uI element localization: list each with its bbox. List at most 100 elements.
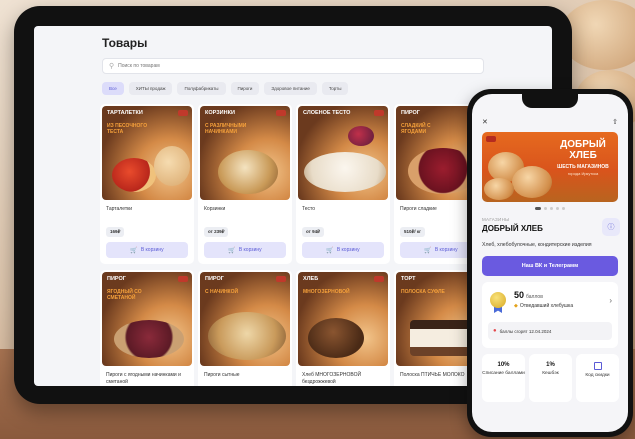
promo-title: Пирог	[107, 276, 126, 282]
promo-subtitle: из песочного теста	[107, 123, 148, 135]
cart-label: В корзину	[238, 247, 262, 253]
chip-all[interactable]: Все	[102, 82, 124, 95]
brand-logo	[374, 276, 384, 282]
level-icon: ◆	[514, 303, 518, 309]
food-picture	[114, 320, 184, 358]
banner-city: города Иркутска	[567, 171, 599, 176]
product-price: 510₽/ кг	[400, 227, 425, 237]
food-picture	[348, 126, 374, 146]
shop-caption: МАГАЗИНЫ	[482, 217, 510, 222]
promo-title: Тарталетки	[107, 110, 143, 116]
carousel-dot[interactable]	[550, 207, 553, 210]
product-image: Слоеное тесто	[298, 106, 388, 200]
carousel-dot[interactable]	[535, 207, 541, 210]
promo-title: Хлеб	[303, 276, 319, 282]
product-image: Тарталетки из песочного теста	[102, 106, 192, 200]
product-name: Пироги сытные	[204, 372, 240, 378]
product-card[interactable]: Тарталетки из песочного теста Тарталетки…	[100, 104, 194, 264]
carousel-dot[interactable]	[544, 207, 547, 210]
chip-hits[interactable]: ХИТЫ продаж	[128, 82, 173, 95]
product-image: Корзинки с различными начинками	[200, 106, 290, 200]
chip-pies[interactable]: Пироги	[230, 82, 260, 95]
cart-icon: 🛒	[424, 247, 432, 254]
add-to-cart-button[interactable]: 🛒 В корзину	[106, 242, 188, 258]
search-icon: ⚲	[109, 63, 115, 70]
product-image: Хлеб многозерновой	[298, 272, 388, 366]
tile-label: Списание баллами	[482, 371, 525, 376]
promo-title: Пирог	[401, 110, 420, 116]
bread-picture	[484, 178, 514, 200]
product-name: Корзинки	[204, 206, 226, 212]
chip-healthy[interactable]: Здоровое питание	[264, 82, 317, 95]
points-value: 50	[514, 290, 525, 300]
add-to-cart-button[interactable]: 🛒 В корзину	[302, 242, 384, 258]
benefit-tiles: 10% Списание баллами 1% Кешбэк Код скидк…	[482, 354, 619, 402]
social-links-button[interactable]: Наш ВК и Телеграмм	[482, 256, 618, 276]
product-image: Пирог ягодный со сметаной	[102, 272, 192, 366]
fire-icon: ●	[493, 328, 497, 334]
shop-name: ДОБРЫЙ ХЛЕБ	[482, 224, 543, 233]
cart-label: В корзину	[434, 247, 458, 253]
info-button[interactable]: ⓘ	[602, 218, 620, 236]
product-price: от 239₽	[204, 227, 229, 237]
banner-title: ДОБРЫЙ ХЛЕБ	[560, 139, 606, 161]
phone-screen: ✕ ⇧ ДОБРЫЙ ХЛЕБ ШЕСТЬ МАГАЗИНОВ города И…	[472, 94, 628, 432]
tile-label: Код скидки	[585, 373, 610, 378]
brand-logo	[374, 110, 384, 116]
banner-subtitle: ШЕСТЬ МАГАЗИНОВ	[557, 164, 609, 170]
food-picture	[304, 152, 386, 192]
tile-points-payment[interactable]: 10% Списание баллами	[482, 354, 525, 402]
food-picture	[308, 318, 364, 358]
search-box[interactable]: ⚲	[102, 58, 484, 74]
promo-subtitle: с начинкой	[205, 289, 239, 295]
phone-notch	[522, 94, 578, 108]
product-card[interactable]: Хлеб многозерновой Хлеб МНОГОЗЕРНОВОЙ бе…	[296, 270, 390, 386]
share-icon[interactable]: ⇧	[612, 118, 618, 126]
brand-logo	[276, 110, 286, 116]
shop-description: Хлеб, хлебобулочные, кондитерские издели…	[482, 242, 592, 248]
promo-title: Пирог	[205, 276, 224, 282]
chevron-right-icon[interactable]: ›	[609, 296, 612, 305]
brand-logo	[178, 276, 188, 282]
chip-cakes[interactable]: Торты	[321, 82, 349, 95]
info-icon: ⓘ	[607, 224, 615, 231]
bread-picture	[512, 166, 552, 198]
promo-title: Корзинки	[205, 110, 235, 116]
carousel-dots[interactable]	[472, 207, 628, 210]
product-card[interactable]: Пирог ягодный со сметаной Пироги с ягодн…	[100, 270, 194, 386]
expire-text: баллы сгорят 12.04.2024	[499, 328, 552, 334]
promo-subtitle: сладкий с ягодами	[401, 123, 431, 135]
promo-subtitle: ягодный со сметаной	[107, 289, 142, 301]
brand-logo	[178, 110, 188, 116]
medal-icon	[490, 292, 506, 313]
phone-device: ✕ ⇧ ДОБРЫЙ ХЛЕБ ШЕСТЬ МАГАЗИНОВ города И…	[467, 89, 633, 437]
shop-banner[interactable]: ДОБРЫЙ ХЛЕБ ШЕСТЬ МАГАЗИНОВ города Иркут…	[482, 132, 618, 202]
cart-icon: 🛒	[326, 247, 334, 254]
search-input[interactable]	[118, 63, 459, 69]
promo-subtitle: многозерновой	[303, 289, 350, 295]
product-card[interactable]: Пирог с начинкой Пироги сытные	[198, 270, 292, 386]
carousel-dot[interactable]	[562, 207, 565, 210]
tile-cashback[interactable]: 1% Кешбэк	[529, 354, 572, 402]
qr-code-icon	[593, 362, 602, 370]
promo-subtitle: с различными начинками	[205, 123, 247, 135]
product-name: Тарталетки	[106, 206, 133, 212]
food-picture	[218, 150, 278, 194]
loyalty-card[interactable]: 50 баллов ◆ Отведавший хлебушка › ● балл…	[482, 282, 618, 348]
carousel-dot[interactable]	[556, 207, 559, 210]
promo-subtitle: Полоска суфле	[401, 289, 445, 295]
product-name: Хлеб МНОГОЗЕРНОВОЙ бездрожжевой	[302, 372, 362, 385]
chip-semi-finished[interactable]: Полуфабрикаты	[177, 82, 226, 95]
brand-logo	[486, 136, 496, 142]
tile-label: Кешбэк	[542, 371, 559, 376]
close-icon[interactable]: ✕	[482, 118, 488, 126]
product-card[interactable]: Слоеное тесто Тесто от 94₽ 🛒 В корзину	[296, 104, 390, 264]
points-expire-notice: ● баллы сгорят 12.04.2024	[488, 322, 612, 340]
product-card[interactable]: Корзинки с различными начинками Корзинки…	[198, 104, 292, 264]
tile-discount-code[interactable]: Код скидки	[576, 354, 619, 402]
category-chips: Все ХИТЫ продаж Полуфабрикаты Пироги Здо…	[102, 82, 349, 95]
tile-value: 10%	[497, 362, 510, 368]
promo-title: Торт	[401, 276, 416, 282]
add-to-cart-button[interactable]: 🛒 В корзину	[204, 242, 286, 258]
product-grid: Тарталетки из песочного теста Тарталетки…	[100, 104, 488, 386]
